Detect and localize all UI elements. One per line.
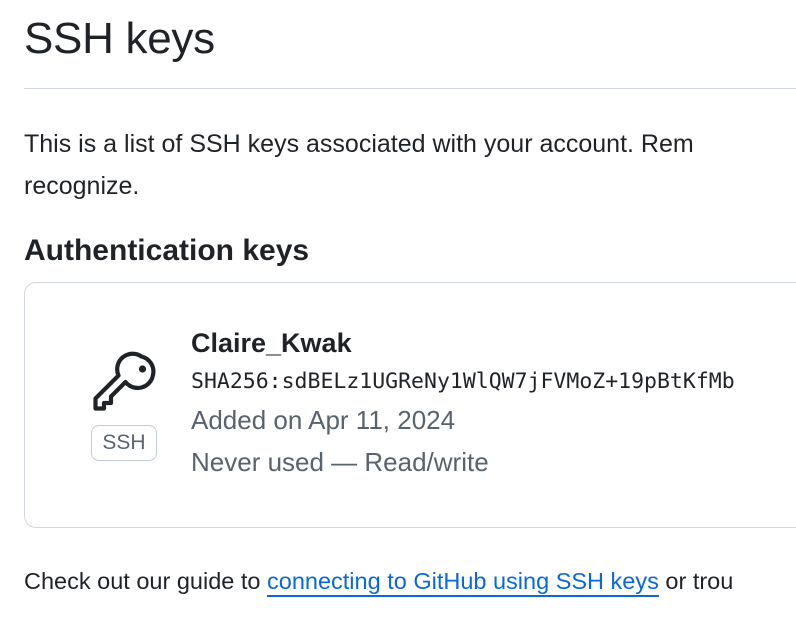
intro-text: This is a list of SSH keys associated wi… <box>24 123 796 207</box>
ssh-guide-link[interactable]: connecting to GitHub using SSH keys <box>267 568 659 594</box>
ssh-keys-page: SSH keys This is a list of SSH keys asso… <box>0 0 796 624</box>
intro-line-2: recognize. <box>24 172 140 200</box>
footer-prefix: Check out our guide to <box>24 568 267 594</box>
key-usage-status: Never used — Read/write <box>191 447 489 477</box>
footer-suffix: or trou <box>658 568 734 594</box>
ssh-badge: SSH <box>91 425 157 461</box>
key-title: Claire_Kwak <box>191 328 352 358</box>
authentication-keys-heading: Authentication keys <box>24 234 310 267</box>
key-added-date: Added on Apr 11, 2024 <box>191 405 456 435</box>
key-details: Claire_Kwak SHA256:sdBELz1UGReNy1WlQW7jF… <box>191 325 735 483</box>
key-fingerprint: SHA256:sdBELz1UGReNy1WlQW7jFVMoZ+19pBtKf… <box>191 369 735 394</box>
footer-help-text: Check out our guide to connecting to Git… <box>24 561 733 601</box>
ssh-key-card: SSH Claire_Kwak SHA256:sdBELz1UGReNy1WlQ… <box>24 282 796 528</box>
intro-line-1: This is a list of SSH keys associated wi… <box>24 130 694 158</box>
key-icon <box>93 351 156 411</box>
title-divider <box>24 88 796 89</box>
page-title: SSH keys <box>24 14 215 63</box>
